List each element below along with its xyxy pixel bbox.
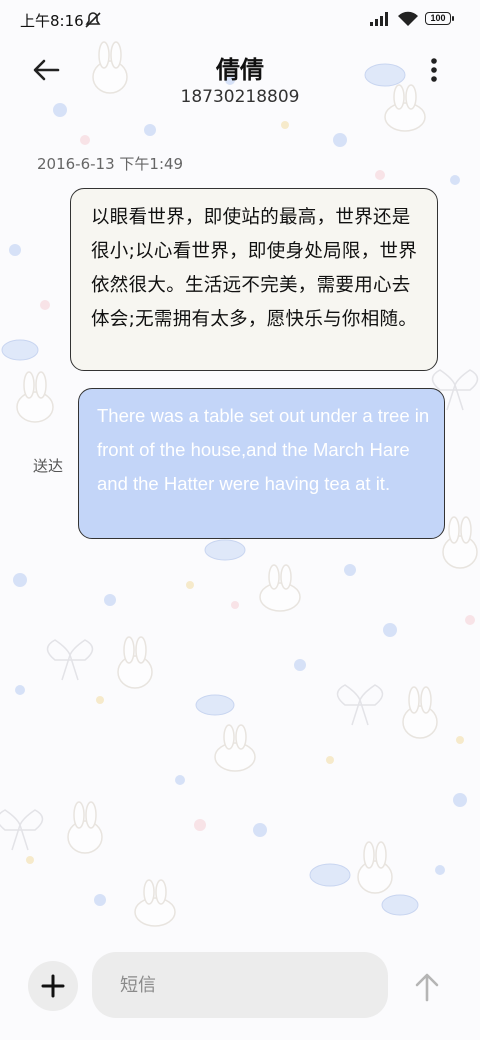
contact-name: 倩倩 [216, 56, 264, 84]
incoming-message-bubble[interactable]: 以眼看世界，即使站的最高，世界还是很小;以心看世界，即使身处局限，世界依然很大。… [70, 188, 438, 371]
plus-icon [41, 974, 65, 998]
message-input[interactable] [92, 952, 388, 1018]
battery-icon: 100 [425, 12, 454, 25]
message-timestamp: 2016-6-13 下午1:49 [37, 155, 184, 173]
signal-icon [370, 12, 388, 26]
status-time: 上午8:16 [20, 12, 84, 30]
mute-icon [85, 12, 101, 28]
status-bar: 上午8:16 100 [0, 0, 480, 40]
send-arrow-icon[interactable] [410, 970, 444, 1004]
outgoing-message-bubble[interactable]: There was a table set out under a tree i… [78, 388, 445, 539]
more-vertical-icon[interactable] [420, 54, 448, 86]
conversation-header: 倩倩 18730218809 [0, 40, 480, 120]
wifi-icon [398, 11, 418, 26]
message-status: 送达 [33, 457, 64, 475]
contact-number: 18730218809 [180, 87, 300, 107]
add-attachment-button[interactable] [28, 961, 78, 1011]
message-composer [0, 940, 480, 1040]
